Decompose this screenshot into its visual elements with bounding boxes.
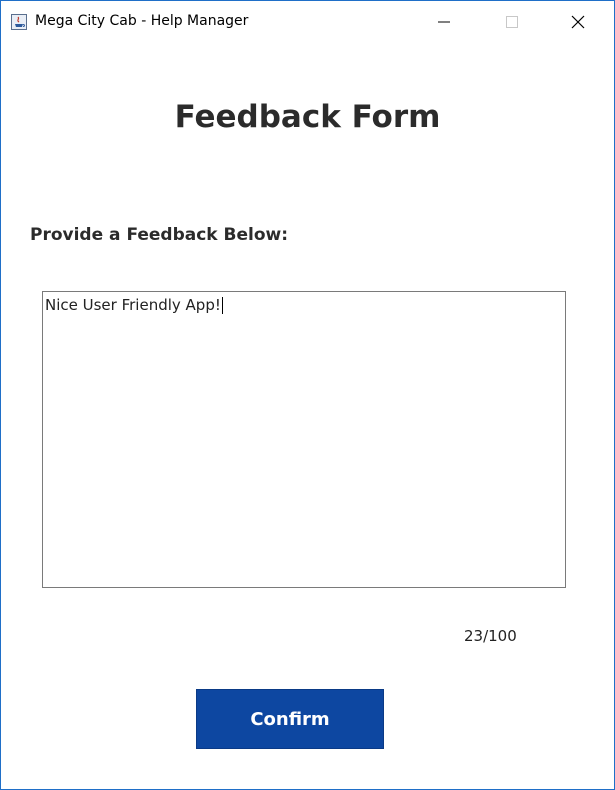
feedback-value: Nice User Friendly App! (45, 296, 221, 314)
text-caret (221, 297, 223, 314)
maximize-icon (506, 16, 518, 28)
minimize-icon (438, 16, 450, 28)
page-title: Feedback Form (174, 99, 441, 135)
minimize-button[interactable] (421, 1, 467, 43)
maximize-button[interactable] (489, 1, 535, 43)
feedback-label: Provide a Feedback Below: (30, 225, 289, 245)
character-counter: 23/100 (464, 627, 517, 645)
confirm-button[interactable]: Confirm (196, 689, 384, 749)
close-button[interactable] (555, 1, 601, 43)
app-window: Mega City Cab - Help Manager Feedback Fo… (0, 0, 615, 790)
feedback-textarea[interactable]: Nice User Friendly App! (42, 291, 566, 588)
title-bar[interactable]: Mega City Cab - Help Manager (1, 1, 614, 43)
close-icon (571, 15, 585, 29)
java-app-icon (11, 14, 27, 30)
window-title: Mega City Cab - Help Manager (35, 13, 249, 29)
feedback-text: Nice User Friendly App! (45, 296, 223, 314)
